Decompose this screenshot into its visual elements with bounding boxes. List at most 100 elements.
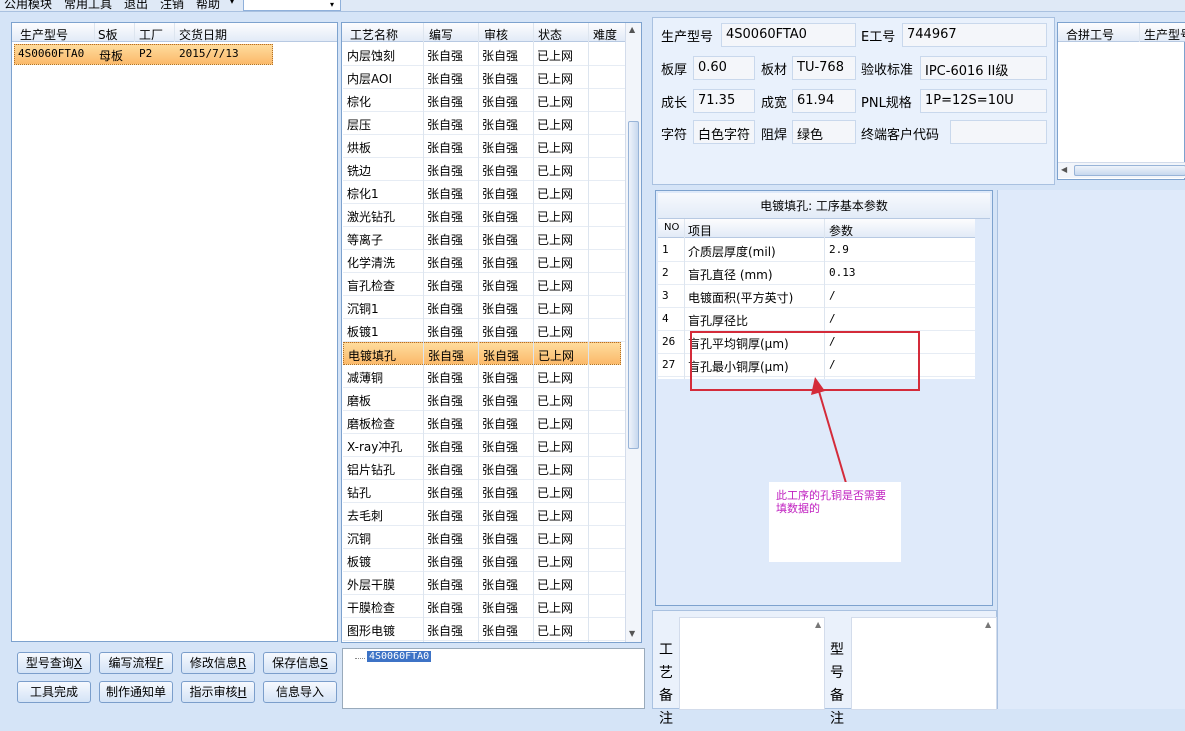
col-item[interactable]: 项目: [688, 222, 712, 239]
tool-complete-button[interactable]: 工具完成: [17, 681, 91, 703]
notice-button[interactable]: 制作通知单: [99, 681, 173, 703]
module-combo[interactable]: ▾: [243, 0, 341, 11]
table-row[interactable]: 2 盲孔直径 (mm) 0.13: [658, 262, 975, 285]
table-cell: 钻孔: [347, 486, 372, 500]
tree-node[interactable]: 4S0060FTA0: [367, 651, 432, 662]
table-row[interactable]: 4S0060FTA0 母板 P2 2015/7/13: [14, 44, 273, 65]
scroll-up-icon[interactable]: ▲: [985, 620, 991, 629]
col-writer[interactable]: 编写: [429, 26, 453, 43]
table-cell: 张自强: [482, 325, 519, 339]
table-row[interactable]: 钻孔 张自强 张自强 已上网: [343, 480, 625, 503]
table-row[interactable]: 板镀 张自强 张自强 已上网: [343, 549, 625, 572]
table-row[interactable]: 磨板检查 张自强 张自强 已上网: [343, 411, 625, 434]
scroll-up-icon[interactable]: ▲: [815, 620, 821, 629]
table-cell: 张自强: [427, 624, 464, 638]
menu-item-logout[interactable]: 注销: [160, 0, 184, 11]
table-row[interactable]: 等离子 张自强 张自强 已上网: [343, 227, 625, 250]
standard-field[interactable]: IPC-6016 II级: [920, 56, 1047, 80]
model-remark-field[interactable]: ▲: [851, 617, 997, 710]
table-row[interactable]: 沉铜 张自强 张自强 已上网: [343, 526, 625, 549]
thickness-field[interactable]: 0.60: [693, 56, 755, 80]
material-field[interactable]: TU-768: [792, 56, 856, 80]
menu-bar: 公用模块 常用工具 退出 注销 帮助 ▾ ▾: [0, 0, 1185, 12]
scroll-left-icon[interactable]: ◀: [1061, 165, 1067, 174]
scroll-down-icon[interactable]: ▼: [629, 629, 635, 638]
col-status[interactable]: 状态: [538, 26, 562, 43]
table-cell: 减薄铜: [347, 371, 384, 385]
table-row[interactable]: 沉铜1 张自强 张自强 已上网: [343, 296, 625, 319]
width-field[interactable]: 61.94: [792, 89, 856, 113]
table-row[interactable]: 棕化 张自强 张自强 已上网: [343, 89, 625, 112]
import-info-button[interactable]: 信息导入: [263, 681, 337, 703]
col-reviewer[interactable]: 审核: [484, 26, 508, 43]
help-dropdown-icon[interactable]: ▾: [230, 0, 234, 6]
table-row[interactable]: 板镀1 张自强 张自强 已上网: [343, 319, 625, 342]
table-row[interactable]: 去毛刺 张自强 张自强 已上网: [343, 503, 625, 526]
col-sboard[interactable]: S板: [98, 26, 118, 43]
table-row[interactable]: 4 盲孔厚径比 /: [658, 308, 975, 331]
write-flow-button[interactable]: 编写流程F: [99, 652, 173, 674]
menu-item-tools[interactable]: 常用工具: [64, 0, 112, 11]
table-row[interactable]: 棕化1 张自强 张自强 已上网: [343, 181, 625, 204]
scroll-thumb[interactable]: [628, 121, 639, 449]
customer-label: 终端客户代码: [861, 128, 940, 143]
table-cell: 激光钻孔: [347, 210, 396, 224]
table-row[interactable]: 激光钻孔 张自强 张自强 已上网: [343, 204, 625, 227]
merge-hscrollbar[interactable]: ◀: [1058, 162, 1185, 178]
table-cell: 铝片钻孔: [347, 463, 396, 477]
table-row[interactable]: 电镀填孔 张自强 张自强 已上网: [343, 342, 621, 365]
table-row[interactable]: 铝片钻孔 张自强 张自强 已上网: [343, 457, 625, 480]
table-row[interactable]: 干膜检查 张自强 张自强 已上网: [343, 595, 625, 618]
col-delivery[interactable]: 交货日期: [179, 26, 227, 43]
table-cell: 棕化: [347, 95, 372, 109]
col-param[interactable]: 参数: [829, 222, 853, 239]
col-difficulty[interactable]: 难度: [593, 26, 617, 43]
table-cell: 去毛刺: [347, 509, 384, 523]
col-merge-no[interactable]: 合拼工号: [1066, 26, 1114, 43]
mask-field[interactable]: 绿色: [792, 120, 856, 144]
table-row[interactable]: 内层蚀刻 张自强 张自强 已上网: [343, 43, 625, 66]
col-no[interactable]: NO: [664, 222, 679, 233]
table-row[interactable]: 减薄铜 张自强 张自强 已上网: [343, 365, 625, 388]
model-field[interactable]: 4S0060FTA0: [721, 23, 856, 47]
scroll-up-icon[interactable]: ▲: [629, 25, 635, 34]
right-blank-panel: [997, 190, 1185, 709]
table-cell: 已上网: [537, 486, 574, 500]
length-field[interactable]: 71.35: [693, 89, 755, 113]
model-query-button[interactable]: 型号查询X: [17, 652, 91, 674]
col-factory[interactable]: 工厂: [139, 26, 163, 43]
table-row[interactable]: 烘板 张自强 张自强 已上网: [343, 135, 625, 158]
menu-item-public[interactable]: 公用模块: [4, 0, 52, 11]
table-row[interactable]: 1 介质层厚度(mil) 2.9: [658, 239, 975, 262]
menu-item-help[interactable]: 帮助: [196, 0, 220, 11]
save-info-button[interactable]: 保存信息S: [263, 652, 337, 674]
customer-field[interactable]: [950, 120, 1047, 144]
char-field[interactable]: 白色字符: [693, 120, 755, 144]
table-cell: 板镀1: [347, 325, 379, 339]
e-field[interactable]: 744967: [902, 23, 1047, 47]
edit-info-button[interactable]: 修改信息R: [181, 652, 255, 674]
col-merge-model[interactable]: 生产型号: [1144, 26, 1185, 43]
table-row[interactable]: 层压 张自强 张自强 已上网: [343, 112, 625, 135]
table-cell: 层压: [347, 118, 372, 132]
table-row[interactable]: 磨板 张自强 张自强 已上网: [343, 388, 625, 411]
review-button[interactable]: 指示审核H: [181, 681, 255, 703]
table-row[interactable]: 铣边 张自强 张自强 已上网: [343, 158, 625, 181]
table-row[interactable]: X-ray冲孔 张自强 张自强 已上网: [343, 434, 625, 457]
table-row[interactable]: 图形电镀 张自强 张自强 已上网: [343, 618, 625, 641]
menu-item-exit[interactable]: 退出: [124, 0, 148, 11]
table-cell: 张自强: [482, 463, 519, 477]
col-model[interactable]: 生产型号: [20, 26, 68, 43]
process-remark-field[interactable]: ▲: [679, 617, 825, 710]
col-process-name[interactable]: 工艺名称: [350, 26, 398, 43]
table-row[interactable]: 3 电镀面积(平方英寸) /: [658, 285, 975, 308]
hscroll-thumb[interactable]: [1074, 165, 1185, 176]
table-row[interactable]: 盲孔检查 张自强 张自强 已上网: [343, 273, 625, 296]
table-row[interactable]: 化学清洗 张自强 张自强 已上网: [343, 250, 625, 273]
table-row[interactable]: 内层AOI 张自强 张自强 已上网: [343, 66, 625, 89]
pnl-field[interactable]: 1P=12S=10U: [920, 89, 1047, 113]
process-scrollbar[interactable]: ▲ ▼: [625, 23, 641, 642]
table-cell: 张自强: [427, 601, 464, 615]
table-cell: 已上网: [537, 463, 574, 477]
table-row[interactable]: 外层干膜 张自强 张自强 已上网: [343, 572, 625, 595]
